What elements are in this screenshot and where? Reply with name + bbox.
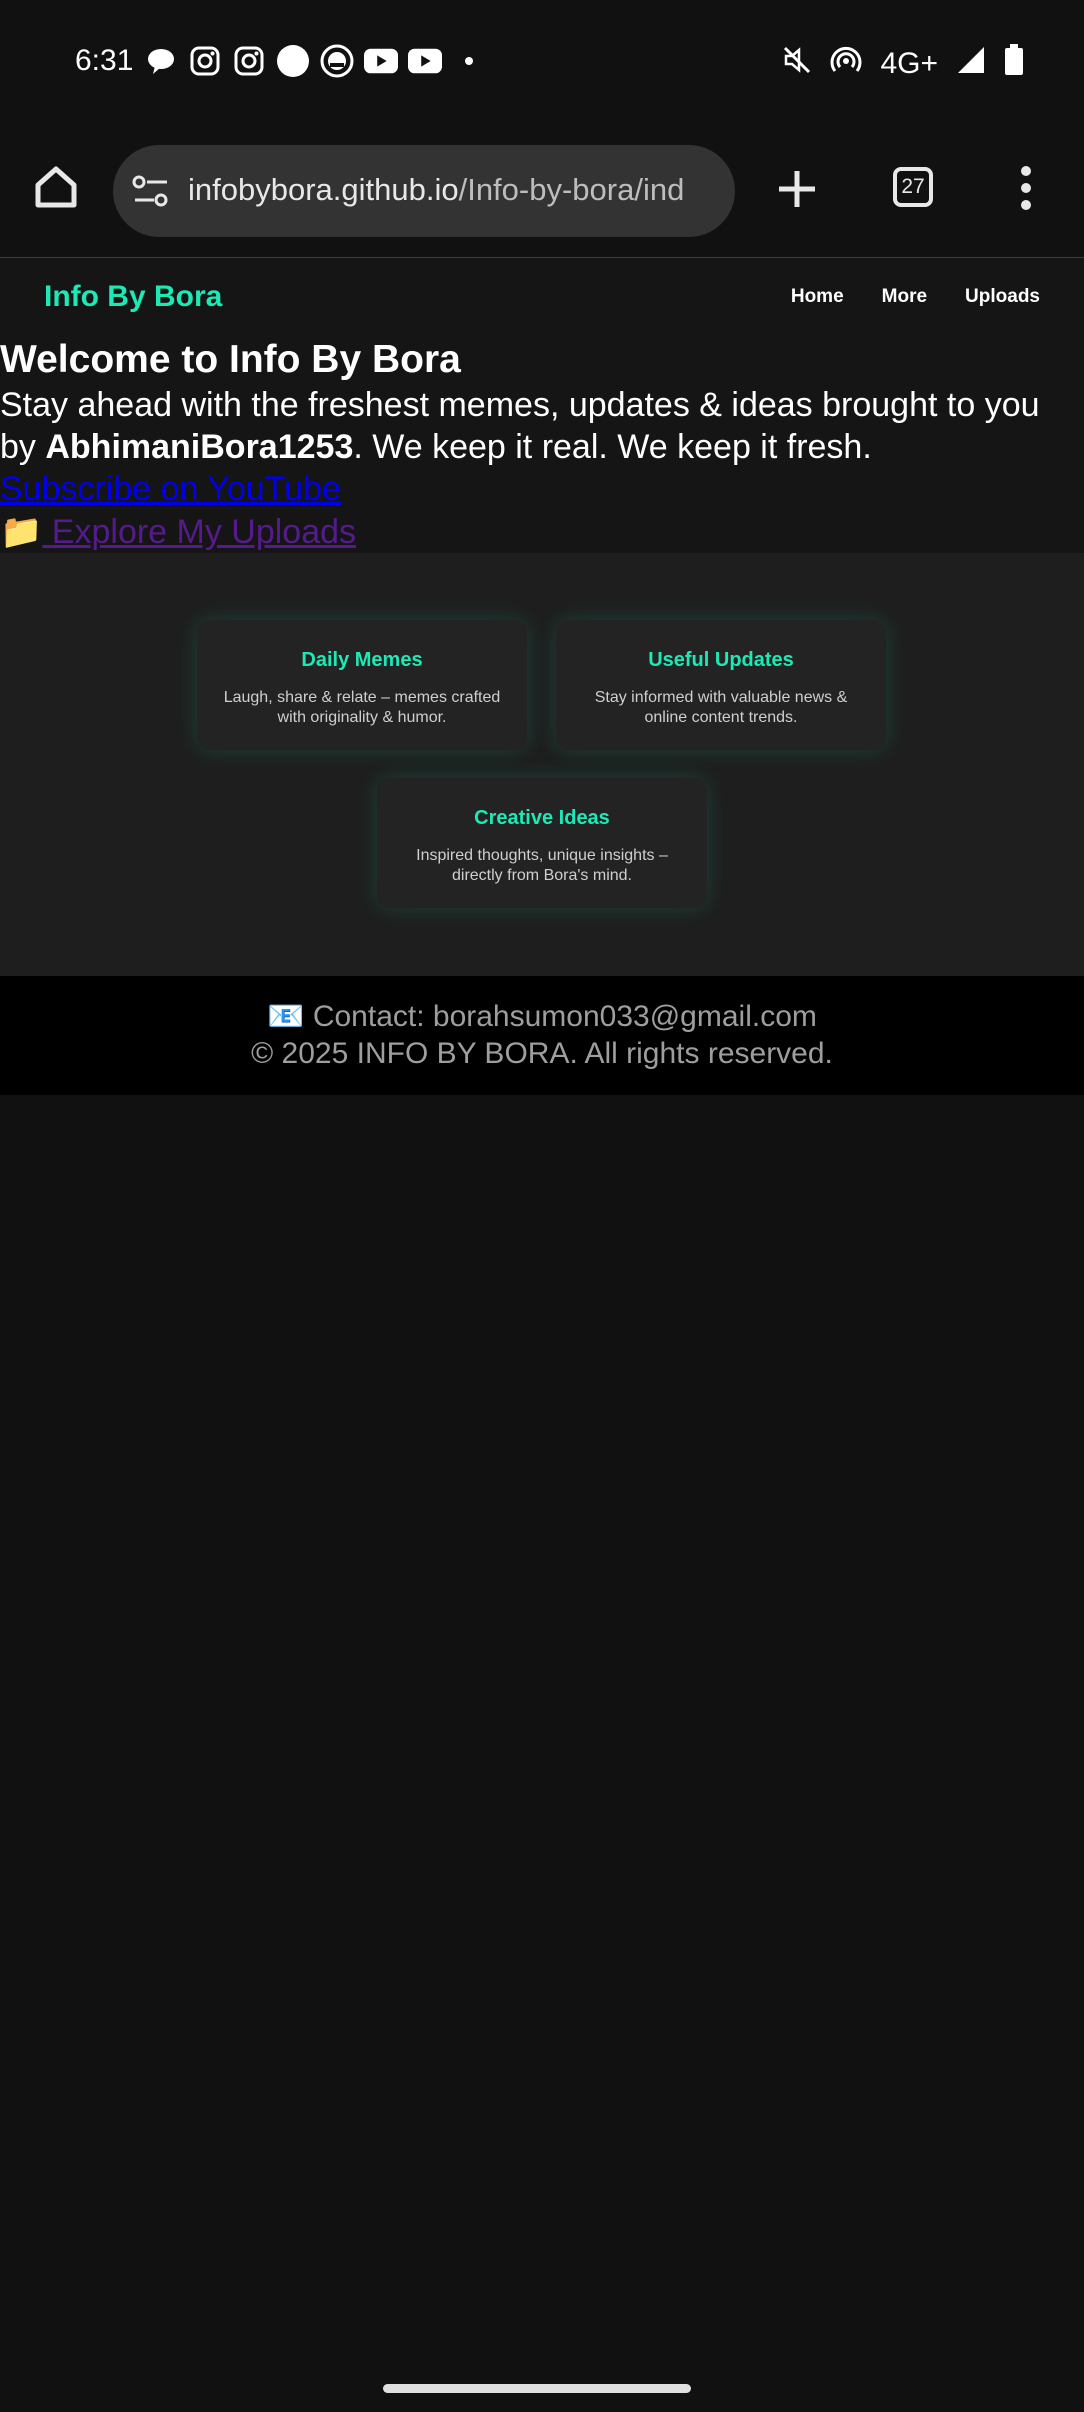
site-brand[interactable]: Info By Bora [44, 280, 222, 314]
signal-icon [956, 45, 986, 83]
home-button[interactable] [32, 163, 80, 211]
battery-icon [1004, 44, 1024, 84]
status-bar: 6:31 4G+ [0, 0, 1084, 125]
feature-title: Daily Memes [301, 649, 423, 671]
tab-switcher-button[interactable]: 27 [893, 167, 933, 207]
site-settings-icon[interactable] [131, 173, 171, 209]
hero-section: Welcome to Info By Bora Stay ahead with … [0, 336, 1084, 553]
feature-card-useful-updates: Useful Updates Stay informed with valuab… [556, 620, 886, 750]
plus-icon [779, 171, 815, 207]
chat-bubble-icon [144, 44, 178, 78]
url-host: infobybora.github.io [188, 172, 459, 207]
features-section: Daily Memes Laugh, share & relate – meme… [0, 553, 1084, 976]
uploads-link-label: Explore My Uploads [51, 513, 357, 551]
browser-menu-button[interactable] [1020, 165, 1032, 211]
email-icon: 📧 [267, 1000, 305, 1033]
status-time: 6:31 [75, 44, 134, 77]
feature-card-creative-ideas: Creative Ideas Inspired thoughts, unique… [377, 778, 707, 908]
network-type: 4G+ [880, 47, 938, 80]
author-name: AbhimaniBora1253 [45, 428, 354, 466]
youtube-subscribe-link[interactable]: Subscribe on YouTube [0, 470, 341, 509]
nav-link-more[interactable]: More [882, 286, 927, 308]
feature-card-daily-memes: Daily Memes Laugh, share & relate – meme… [197, 620, 527, 750]
feature-title: Useful Updates [648, 649, 794, 671]
circle-icon [276, 44, 310, 78]
instagram-icon [188, 44, 222, 78]
url-text[interactable]: infobybora.github.io/Info-by-bora/ind [188, 172, 718, 208]
hero-intro: Stay ahead with the freshest memes, upda… [0, 384, 1070, 468]
footer-copyright: © 2025 INFO BY BORA. All rights reserved… [251, 1037, 833, 1070]
mute-icon [782, 45, 812, 83]
notification-icons [144, 44, 486, 78]
explore-uploads-link[interactable]: 📁 Explore My Uploads [0, 512, 356, 552]
site-footer: 📧 Contact: borahsumon033@gmail.com © 202… [0, 976, 1084, 1095]
site-navbar: Info By Bora Home More Uploads [0, 258, 1084, 336]
system-status-icons: 4G+ [782, 44, 1024, 84]
badge-icon [320, 44, 354, 78]
feature-desc: Inspired thoughts, unique insights – dir… [416, 847, 668, 884]
home-icon [35, 166, 77, 208]
browser-toolbar: infobybora.github.io/Info-by-bora/ind 27 [0, 125, 1084, 259]
hotspot-icon [830, 45, 862, 83]
feature-desc: Laugh, share & relate – memes crafted wi… [223, 689, 501, 726]
address-bar[interactable]: infobybora.github.io/Info-by-bora/ind [113, 145, 735, 237]
hero-title: Welcome to Info By Bora [0, 338, 461, 381]
folder-icon: 📁 [0, 513, 43, 551]
url-path: /Info-by-bora/ind [458, 172, 685, 207]
dot-icon [452, 44, 486, 78]
feature-desc: Stay informed with valuable news & onlin… [594, 689, 848, 726]
youtube-icon [364, 44, 398, 78]
footer-contact: 📧 Contact: borahsumon033@gmail.com [0, 998, 1084, 1035]
nav-link-home[interactable]: Home [791, 286, 844, 308]
nav-links: Home More Uploads [791, 286, 1040, 308]
contact-text[interactable]: Contact: borahsumon033@gmail.com [313, 1000, 817, 1033]
instagram-icon [232, 44, 266, 78]
feature-title: Creative Ideas [474, 807, 610, 829]
new-tab-button[interactable] [775, 167, 819, 211]
gesture-bar[interactable] [383, 2384, 691, 2393]
nav-link-uploads[interactable]: Uploads [965, 286, 1040, 308]
more-vert-icon [1021, 166, 1031, 210]
youtube-icon [408, 44, 442, 78]
intro-text-end: . We keep it real. We keep it fresh. [353, 428, 872, 466]
